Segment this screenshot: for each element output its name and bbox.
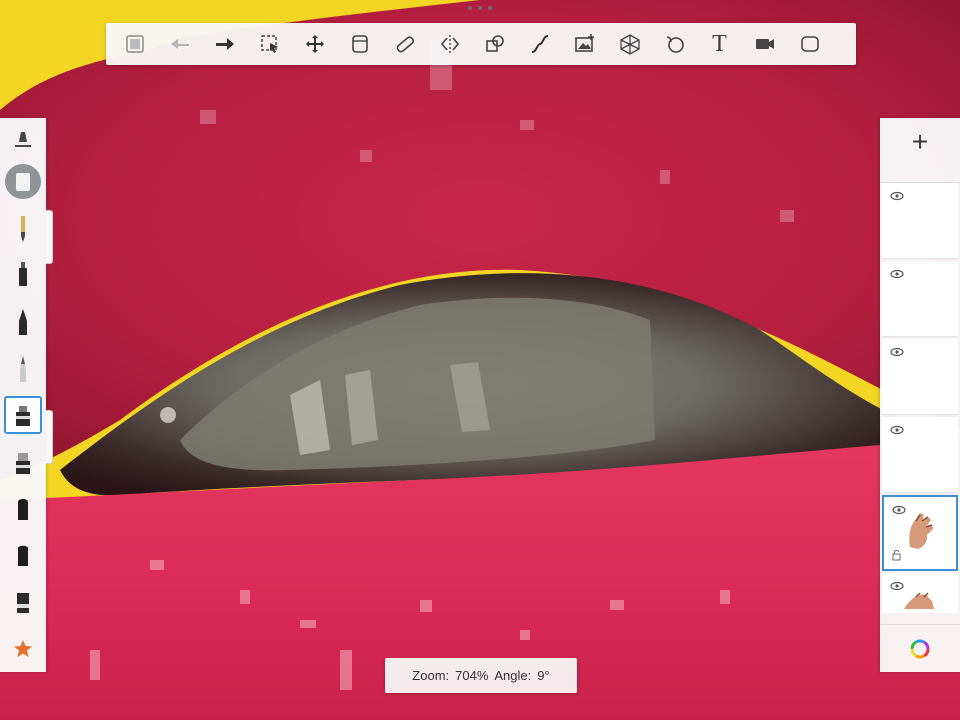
layer-item-selected[interactable] (882, 495, 958, 571)
fullscreen-button[interactable] (787, 23, 832, 65)
crop-icon (351, 35, 368, 53)
add-image-icon (574, 34, 594, 52)
undo-button[interactable] (157, 23, 202, 65)
artwork-lips (0, 0, 960, 720)
color-puck-swatch (16, 172, 30, 191)
ink-pen-brush[interactable] (0, 299, 46, 346)
select-icon (260, 35, 278, 53)
flat-brush[interactable] (0, 532, 46, 579)
fullscreen-icon (800, 36, 819, 52)
hand-thumbnail (904, 592, 934, 609)
eraser-brush-icon (17, 593, 29, 613)
symmetry-button[interactable] (427, 23, 472, 65)
favorites-button[interactable] (0, 625, 46, 672)
toolbar-drag-handle[interactable] (468, 6, 492, 10)
transform-icon (305, 35, 324, 53)
color-wheel-icon (910, 639, 930, 659)
pencil-brush-icon (21, 215, 25, 242)
stroke-button[interactable] (517, 23, 562, 65)
zoom-label: Zoom: (412, 668, 450, 683)
layer-panel: + (880, 118, 960, 672)
handle-dot (478, 6, 482, 10)
fine-pencil-brush[interactable] (0, 345, 46, 392)
text-button[interactable]: T (697, 23, 742, 65)
select-button[interactable] (247, 23, 292, 65)
chisel-brush-icon (18, 498, 28, 520)
layer-item[interactable] (882, 339, 958, 415)
perspective-icon (619, 34, 640, 55)
handle-dot (468, 6, 472, 10)
eye-icon[interactable] (890, 347, 904, 357)
layer-editor-button[interactable] (112, 23, 157, 65)
paint-brush-icon (16, 453, 30, 475)
brush-properties-button[interactable] (0, 118, 46, 162)
perspective-button[interactable] (607, 23, 652, 65)
fine-pencil-brush-icon (20, 355, 26, 382)
pencil-brush[interactable] (0, 205, 46, 252)
text-icon: T (712, 31, 727, 57)
lock-icon[interactable] (892, 549, 901, 561)
color-editor-button[interactable] (880, 624, 960, 673)
zoom-angle-readout: Zoom: 704% Angle: 9° (385, 658, 577, 693)
redo-button[interactable] (202, 23, 247, 65)
ruler-icon (396, 36, 414, 53)
ruler-button[interactable] (382, 23, 427, 65)
fill-button[interactable] (652, 23, 697, 65)
layer-list[interactable] (880, 182, 960, 613)
eraser-brush[interactable] (0, 579, 46, 626)
chisel-brush[interactable] (0, 485, 46, 532)
eye-icon[interactable] (890, 191, 904, 201)
top-toolbar: T (106, 23, 856, 65)
fill-icon (666, 36, 684, 53)
palette-scroll-tab[interactable] (46, 410, 53, 464)
ink-pen-brush-icon (19, 309, 27, 336)
flat-brush-icon (18, 546, 28, 567)
brush-palette (0, 118, 46, 672)
drawing-canvas[interactable] (0, 0, 960, 720)
favorites-star-icon (14, 639, 32, 657)
undo-icon (170, 39, 189, 49)
color-puck[interactable] (5, 163, 41, 200)
eye-icon[interactable] (890, 425, 904, 435)
record-icon (755, 39, 774, 49)
angle-value: 9° (537, 668, 550, 683)
shapes-button[interactable] (472, 23, 517, 65)
shapes-icon (485, 35, 504, 52)
layer-item[interactable] (882, 261, 958, 337)
hand-thumbnail (909, 513, 933, 549)
selected-brush-frame (4, 396, 42, 435)
marker-brush-icon (19, 262, 27, 287)
palette-scroll-tab[interactable] (46, 210, 53, 264)
airbrush-brush[interactable] (0, 392, 46, 439)
layer-editor-icon (125, 35, 144, 53)
zoom-value: 704% (455, 668, 489, 683)
paint-brush[interactable] (0, 439, 46, 486)
record-button[interactable] (742, 23, 787, 65)
brush-properties-icon (15, 131, 31, 147)
airbrush-brush-icon (16, 406, 30, 427)
layer-item[interactable] (882, 417, 958, 493)
redo-icon (215, 38, 234, 50)
marker-brush[interactable] (0, 252, 46, 299)
symmetry-icon (440, 35, 459, 53)
stroke-icon (531, 35, 548, 53)
angle-label: Angle: (494, 668, 532, 683)
add-layer-button[interactable]: + (880, 118, 960, 166)
crop-button[interactable] (337, 23, 382, 65)
transform-button[interactable] (292, 23, 337, 65)
handle-dot (488, 6, 492, 10)
eye-icon[interactable] (890, 269, 904, 279)
layer-item[interactable] (882, 573, 958, 613)
add-image-button[interactable] (562, 23, 607, 65)
layer-item[interactable] (882, 183, 958, 259)
